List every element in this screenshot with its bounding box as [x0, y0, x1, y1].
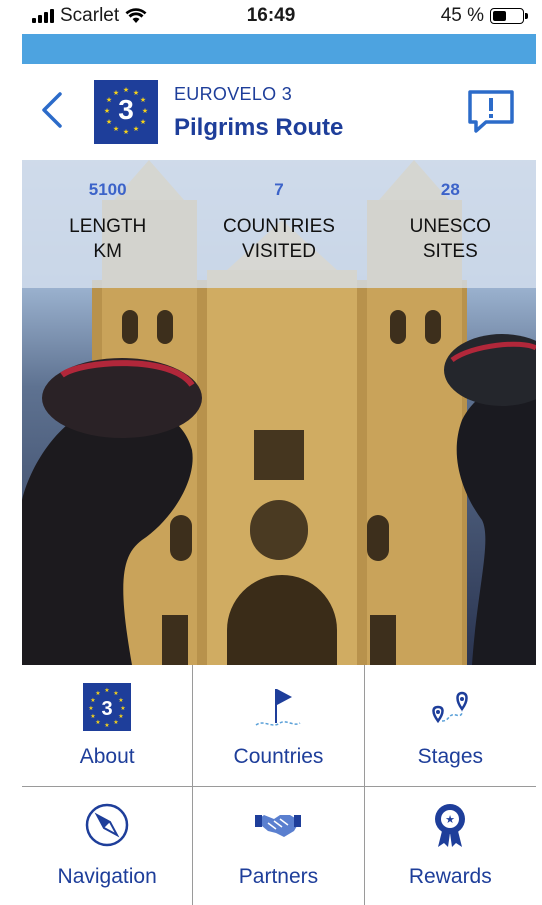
svg-text:★: ★ — [118, 697, 123, 704]
battery-fill — [493, 11, 506, 21]
menu-label: Countries — [233, 745, 324, 768]
stat-label: LENGTH KM — [69, 216, 147, 262]
route-number: 3 — [118, 94, 134, 125]
battery-group: 45 % — [440, 5, 528, 27]
menu-partners[interactable]: Partners — [193, 787, 365, 905]
eurovelo-logo: ★ ★ ★ ★ ★ ★ ★ ★ ★ ★ ★ ★ 3 — [94, 80, 158, 144]
stat-countries: 7 COUNTRIES VISITED — [193, 160, 364, 288]
menu-rewards[interactable]: ★ Rewards — [365, 787, 536, 905]
svg-text:★: ★ — [445, 813, 455, 826]
menu-label: Navigation — [57, 865, 157, 888]
report-icon[interactable] — [466, 88, 516, 134]
back-icon[interactable] — [36, 90, 70, 130]
stat-unesco: 28 UNESCO SITES — [365, 160, 536, 288]
svg-text:★: ★ — [88, 705, 93, 712]
menu-label: Stages — [417, 745, 484, 768]
menu-countries[interactable]: Countries — [193, 665, 365, 787]
menu-stages[interactable]: Stages — [364, 665, 536, 787]
route-code: EUROVELO 3 — [174, 84, 293, 104]
svg-text:★: ★ — [113, 125, 119, 133]
menu-about[interactable]: ★ ★ ★ ★ ★ ★ ★ ★ ★ ★ ★ ★ 3 About — [22, 665, 194, 787]
stat-label: COUNTRIES VISITED — [223, 216, 335, 262]
eurovelo-logo-icon: ★ ★★ ★★★ ★★★ ★★★ 3 — [83, 683, 132, 731]
svg-text:★: ★ — [113, 690, 118, 697]
svg-text:★: ★ — [123, 128, 129, 136]
stat-value: 28 — [440, 180, 460, 199]
svg-text:★: ★ — [123, 86, 129, 94]
svg-text:★: ★ — [90, 697, 95, 704]
route-header: ★ ★ ★ ★ ★ ★ ★ ★ ★ ★ ★ ★ 3 EUROVELO 3 Pilgrims Ro… — [22, 64, 536, 160]
route-title: Pilgrims Route — [174, 114, 344, 141]
hero-image: 5100 LENGTH KM 7 COUNTRIES VISITED 28 UN… — [22, 160, 536, 665]
menu-label: Rewards — [408, 865, 492, 888]
stat-value: 7 — [274, 180, 284, 199]
stat-value: 5100 — [88, 180, 127, 199]
svg-text:★: ★ — [120, 705, 125, 712]
svg-text:★: ★ — [113, 719, 118, 726]
svg-text:★: ★ — [95, 719, 100, 726]
route-pins-icon — [432, 691, 469, 724]
svg-text:★: ★ — [118, 713, 123, 720]
award-icon: ★ — [435, 804, 466, 847]
svg-text:★: ★ — [133, 125, 139, 133]
flag-icon — [256, 689, 301, 726]
stat-label: UNESCO SITES — [409, 216, 491, 262]
stat-length: 5100 LENGTH KM — [22, 160, 193, 288]
top-color-bar — [22, 34, 536, 64]
battery-icon — [490, 8, 528, 24]
compass-icon — [85, 803, 129, 847]
menu-navigation[interactable]: Navigation — [22, 787, 194, 905]
route-stats: 5100 LENGTH KM 7 COUNTRIES VISITED 28 UN… — [22, 160, 536, 288]
status-bar: Scarlet 16:49 45 % — [0, 0, 542, 34]
svg-text:3: 3 — [102, 698, 113, 720]
menu-label: Partners — [238, 865, 319, 888]
svg-text:★: ★ — [90, 713, 95, 720]
menu-grid: ★ ★ ★ ★ ★ ★ ★ ★ ★ ★ ★ ★ 3 About Countries Stages — [22, 665, 536, 905]
menu-label: About — [79, 745, 135, 768]
battery-percentage: 45 % — [440, 5, 484, 26]
svg-text:★: ★ — [104, 722, 109, 729]
svg-text:★: ★ — [95, 690, 100, 697]
handshake-icon — [255, 815, 302, 837]
svg-text:★: ★ — [104, 687, 109, 694]
